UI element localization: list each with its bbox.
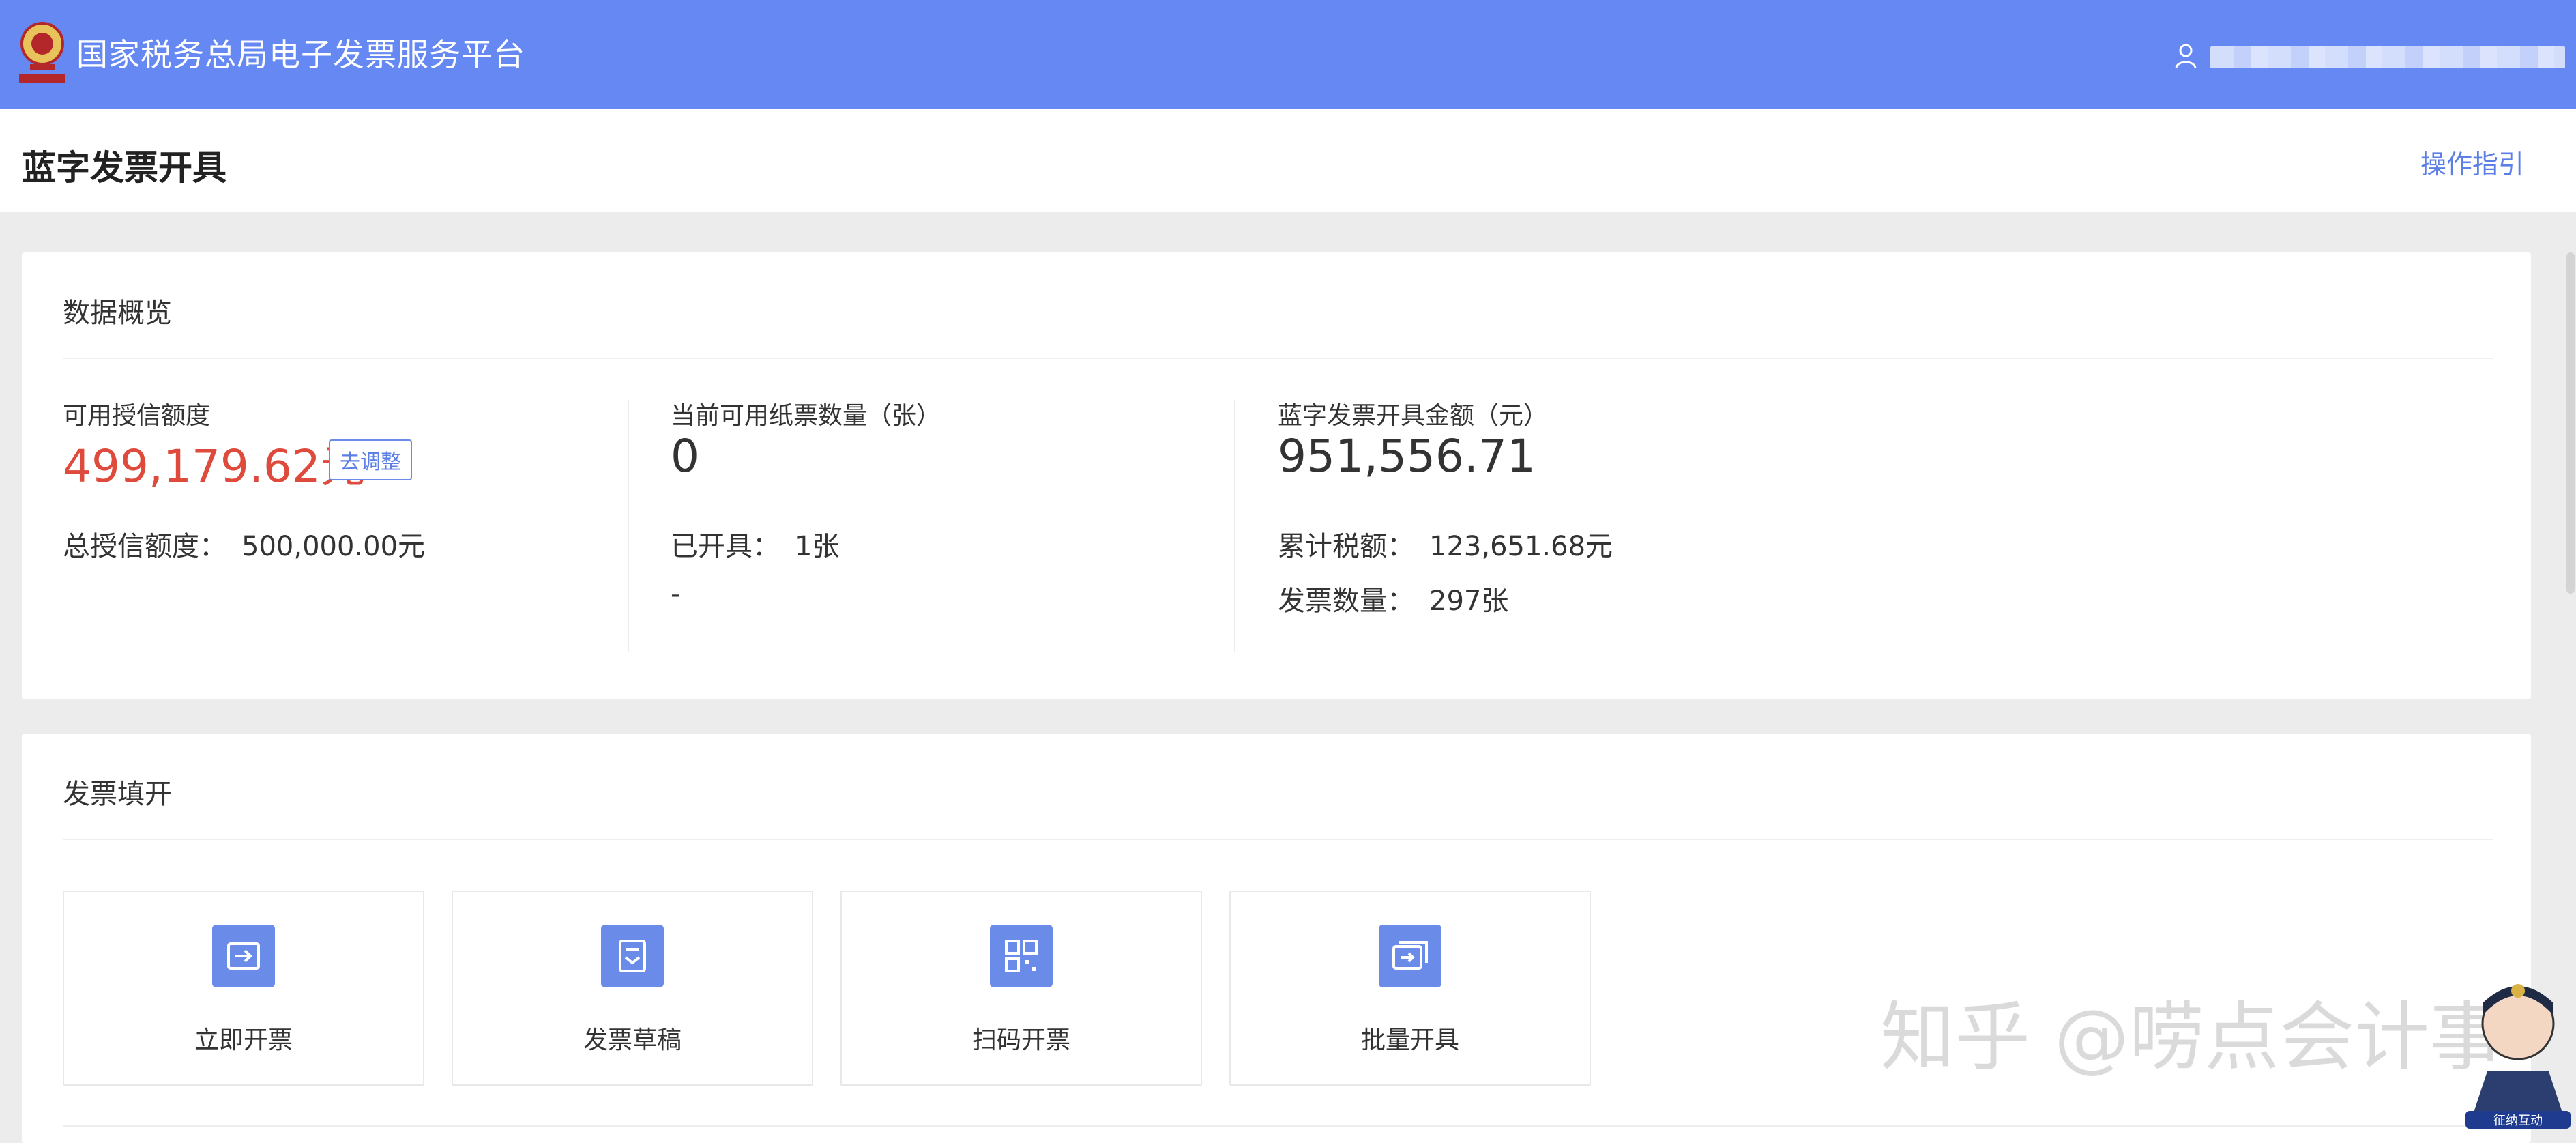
paper-extra: - — [671, 579, 681, 610]
column-separator — [628, 400, 629, 652]
paper-stat: 当前可用纸票数量（张） 0 已开具： 1张 - — [671, 396, 1257, 669]
invoice-draft-label: 发票草稿 — [583, 1026, 682, 1054]
tax-value: 123,651.68元 — [1429, 531, 1613, 562]
watermark-text: 知乎 @唠点会计事 — [1880, 994, 2504, 1081]
issue-now-label: 立即开票 — [194, 1026, 293, 1054]
mascot-badge-icon: 征纳互动 — [2465, 984, 2571, 1129]
count-label: 发票数量： — [1278, 585, 1414, 617]
column-separator — [1234, 400, 1235, 652]
scan-issue-label: 扫码开票 — [971, 1026, 1070, 1054]
issue-now-icon — [212, 925, 275, 987]
operation-guide-link[interactable]: 操作指引 — [2420, 143, 2524, 181]
mascot-badge-label: 征纳互动 — [2493, 1114, 2543, 1128]
scrollbar[interactable] — [2566, 252, 2575, 594]
credit-value: 499,179.62元 — [63, 440, 366, 493]
page-header: 蓝字发票开具 操作指引 — [0, 109, 2576, 212]
issue-title: 发票填开 — [63, 779, 172, 810]
tax-emblem-icon — [19, 22, 65, 83]
paper-label: 当前可用纸票数量（张） — [671, 402, 941, 430]
total-credit-label: 总授信额度： — [63, 531, 226, 562]
credit-label: 可用授信额度 — [63, 402, 211, 430]
draft-icon — [601, 925, 664, 987]
issued-paper: 已开具： 1张 — [671, 524, 839, 564]
scan-issue-tile[interactable]: 扫码开票 — [840, 891, 1202, 1086]
user-icon[interactable] — [2174, 42, 2198, 70]
adjust-credit-button[interactable]: 去调整 — [329, 439, 412, 480]
amount-value: 951,556.71 — [1278, 430, 1536, 482]
qr-code-icon — [990, 925, 1053, 987]
invoice-count: 发票数量： 297张 — [1278, 579, 1508, 618]
invoice-draft-tile[interactable]: 发票草稿 — [452, 891, 813, 1086]
overview-title: 数据概览 — [63, 298, 172, 329]
issued-label: 已开具： — [671, 531, 780, 562]
user-name-masked[interactable] — [2210, 46, 2565, 68]
amount-stat: 蓝字发票开具金额（元） 951,556.71 累计税额： 123,651.68元 … — [1278, 396, 1892, 669]
data-overview-card: 数据概览 可用授信额度 499,179.62元 去调整 总授信额度： 500,00… — [22, 252, 2531, 699]
divider — [63, 1125, 2493, 1127]
divider — [63, 839, 2493, 840]
batch-issue-icon — [1379, 925, 1441, 987]
batch-issue-tile[interactable]: 批量开具 — [1229, 891, 1591, 1086]
divider — [63, 358, 2493, 359]
total-credit: 总授信额度： 500,000.00元 — [63, 524, 425, 564]
issue-now-tile[interactable]: 立即开票 — [63, 891, 424, 1086]
app-title: 国家税务总局电子发票服务平台 — [76, 36, 525, 73]
count-value: 297张 — [1429, 585, 1509, 617]
total-credit-value: 500,000.00元 — [241, 531, 426, 562]
credit-stat: 可用授信额度 499,179.62元 去调整 总授信额度： 500,000.00元 — [63, 396, 649, 669]
page-title: 蓝字发票开具 — [22, 148, 226, 188]
issued-value: 1张 — [795, 531, 840, 562]
cumulative-tax: 累计税额： 123,651.68元 — [1278, 524, 1613, 564]
tax-label: 累计税额： — [1278, 531, 1414, 562]
paper-value: 0 — [671, 430, 699, 482]
amount-label: 蓝字发票开具金额（元） — [1278, 402, 1549, 430]
batch-issue-label: 批量开具 — [1360, 1026, 1459, 1054]
top-header-bar: 国家税务总局电子发票服务平台 — [0, 0, 2576, 109]
